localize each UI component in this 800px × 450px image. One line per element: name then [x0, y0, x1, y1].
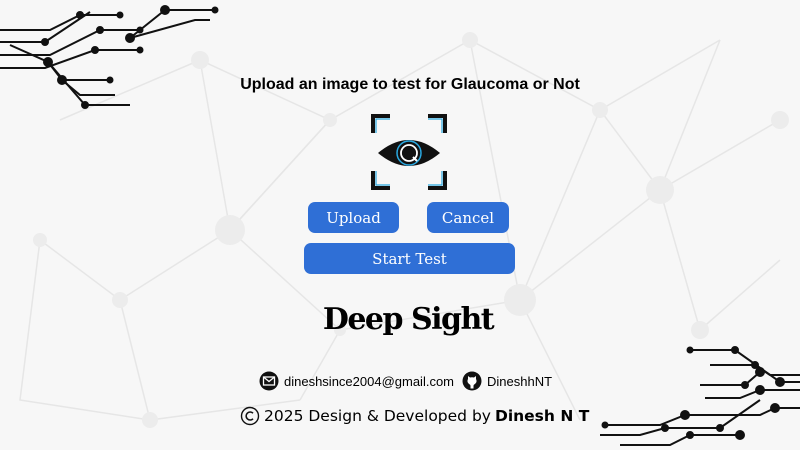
start-test-button[interactable]: Start Test	[304, 243, 515, 274]
upload-button[interactable]: Upload	[308, 202, 399, 233]
github-icon	[462, 371, 482, 391]
brand-title: Deep Sight	[322, 302, 495, 337]
email-address[interactable]: dineshsince2004@gmail.com	[284, 374, 454, 389]
cancel-button[interactable]: Cancel	[427, 202, 509, 233]
author-name: Dinesh N T	[494, 407, 590, 425]
eye-scan-icon	[371, 114, 447, 190]
copyright-icon	[240, 406, 260, 426]
page-heading: Upload an image to test for Glaucoma or …	[240, 76, 580, 93]
github-username[interactable]: DineshhNT	[487, 374, 552, 389]
copyright-text: 2025 Design & Developed by	[264, 407, 491, 425]
contact-github[interactable]: DineshhNT	[462, 370, 552, 392]
contact-email[interactable]: dineshsince2004@gmail.com	[259, 370, 454, 392]
footer-copyright: 2025 Design & Developed by Dinesh N T	[240, 404, 589, 428]
mail-icon	[259, 371, 279, 391]
